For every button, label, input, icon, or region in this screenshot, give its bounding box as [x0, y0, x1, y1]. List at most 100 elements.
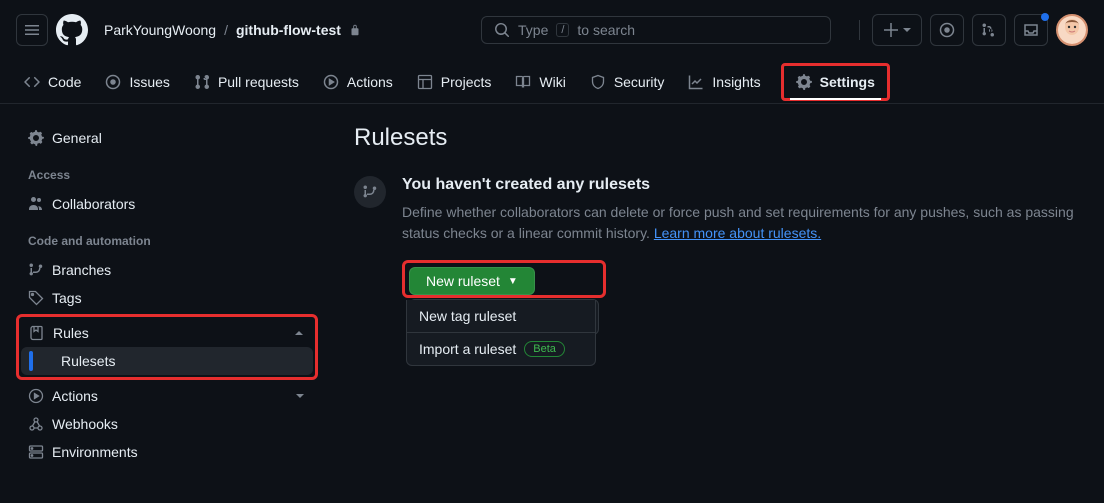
empty-description: Define whether collaborators can delete …	[402, 202, 1080, 244]
shield-icon	[590, 74, 606, 90]
empty-state: You haven't created any rulesets Define …	[354, 176, 1080, 368]
owner-link[interactable]: ParkYoungWoong	[104, 22, 216, 38]
avatar[interactable]	[1056, 14, 1088, 46]
empty-body: You haven't created any rulesets Define …	[402, 176, 1080, 368]
pullrequests-button[interactable]	[972, 14, 1006, 46]
dropdown-item-label: Import a ruleset	[419, 341, 516, 357]
code-icon	[24, 74, 40, 90]
tab-label: Security	[614, 74, 665, 90]
notification-dot	[1041, 13, 1049, 21]
dropdown-item-import[interactable]: Import a ruleset Beta	[407, 333, 595, 365]
sidebar-item-environments[interactable]: Environments	[20, 438, 314, 466]
tab-label: Insights	[712, 74, 760, 90]
tab-pulls[interactable]: Pull requests	[186, 66, 307, 98]
sidebar-item-label: Tags	[52, 290, 82, 306]
caret-down-icon	[903, 26, 911, 34]
tab-code[interactable]: Code	[16, 66, 89, 98]
sidebar-item-label: Environments	[52, 444, 138, 460]
table-icon	[417, 74, 433, 90]
sidebar-item-tags[interactable]: Tags	[20, 284, 314, 312]
sidebar-item-label: Rules	[53, 325, 89, 341]
tab-issues[interactable]: Issues	[97, 66, 177, 98]
dropdown-item-tag[interactable]: New tag ruleset	[407, 300, 595, 332]
tab-label: Settings	[820, 74, 875, 90]
tab-actions[interactable]: Actions	[315, 66, 401, 98]
chevron-down-icon	[294, 390, 306, 402]
highlight-box: New ruleset ▼ New branch ruleset	[402, 260, 606, 298]
pullrequest-icon	[981, 22, 997, 38]
tab-wiki[interactable]: Wiki	[507, 66, 573, 98]
main: General Access Collaborators Code and au…	[0, 104, 1104, 466]
breadcrumb: ParkYoungWoong / github-flow-test	[104, 22, 361, 38]
sidebar: General Access Collaborators Code and au…	[0, 124, 330, 466]
sidebar-item-rulesets[interactable]: Rulesets	[21, 347, 313, 375]
add-button[interactable]	[872, 14, 922, 46]
branch-icon	[362, 184, 378, 200]
search-kbd: /	[556, 23, 569, 37]
sidebar-item-actions[interactable]: Actions	[20, 382, 314, 410]
play-icon	[323, 74, 339, 90]
sidebar-item-rules[interactable]: Rules	[21, 319, 313, 347]
book-icon	[515, 74, 531, 90]
search-input[interactable]: Type / to search	[481, 16, 831, 44]
tab-insights[interactable]: Insights	[680, 66, 768, 98]
issues-button[interactable]	[930, 14, 964, 46]
hamburger-icon	[24, 22, 40, 38]
sidebar-item-webhooks[interactable]: Webhooks	[20, 410, 314, 438]
repo-nav: Code Issues Pull requests Actions Projec…	[0, 60, 1104, 104]
people-icon	[28, 196, 44, 212]
tab-label: Issues	[129, 74, 169, 90]
inbox-button[interactable]	[1014, 14, 1048, 46]
beta-badge: Beta	[524, 341, 565, 357]
sidebar-item-label: Collaborators	[52, 196, 135, 212]
pullrequest-icon	[194, 74, 210, 90]
search-suffix-label: to search	[577, 22, 635, 38]
sidebar-item-branches[interactable]: Branches	[20, 256, 314, 284]
page-title: Rulesets	[354, 124, 1080, 152]
highlight-box: Rules Rulesets	[16, 314, 318, 380]
branch-icon	[28, 262, 44, 278]
button-label: New ruleset	[426, 273, 500, 289]
sidebar-item-label: Rulesets	[61, 353, 115, 369]
webhook-icon	[28, 416, 44, 432]
github-logo[interactable]	[56, 14, 88, 46]
dropdown-menu-rest: New tag ruleset Import a ruleset Beta	[406, 300, 596, 366]
play-icon	[28, 388, 44, 404]
issue-icon	[105, 74, 121, 90]
hamburger-menu-button[interactable]	[16, 14, 48, 46]
learn-more-link[interactable]: Learn more about rulesets.	[654, 225, 821, 241]
issue-icon	[939, 22, 955, 38]
repo-link[interactable]: github-flow-test	[236, 22, 341, 38]
sidebar-item-collaborators[interactable]: Collaborators	[20, 190, 314, 218]
search-icon	[494, 22, 510, 38]
tag-icon	[28, 290, 44, 306]
gear-icon	[796, 74, 812, 90]
inbox-icon	[1023, 22, 1039, 38]
highlight-box: Settings	[781, 63, 890, 101]
sidebar-item-label: Actions	[52, 388, 98, 404]
tab-security[interactable]: Security	[582, 66, 673, 98]
gear-icon	[28, 130, 44, 146]
server-icon	[28, 444, 44, 460]
header-actions	[855, 14, 1088, 46]
tab-settings[interactable]: Settings	[786, 68, 885, 96]
plus-icon	[883, 22, 899, 38]
tab-label: Projects	[441, 74, 492, 90]
empty-title: You haven't created any rulesets	[402, 176, 1080, 194]
tab-label: Wiki	[539, 74, 565, 90]
sidebar-item-label: General	[52, 130, 102, 146]
divider	[859, 20, 860, 40]
caret-down-icon: ▼	[508, 276, 518, 287]
branch-icon-circle	[354, 176, 386, 208]
tab-projects[interactable]: Projects	[409, 66, 500, 98]
repo-icon	[29, 325, 45, 341]
new-ruleset-button[interactable]: New ruleset ▼	[409, 267, 535, 295]
sidebar-item-general[interactable]: General	[20, 124, 314, 152]
lock-icon	[349, 23, 361, 37]
dropdown-item-label: New tag ruleset	[419, 308, 516, 324]
sidebar-heading-automation: Code and automation	[20, 218, 314, 256]
tab-label: Code	[48, 74, 81, 90]
sidebar-heading-access: Access	[20, 152, 314, 190]
breadcrumb-separator: /	[224, 22, 228, 38]
sidebar-item-label: Webhooks	[52, 416, 118, 432]
